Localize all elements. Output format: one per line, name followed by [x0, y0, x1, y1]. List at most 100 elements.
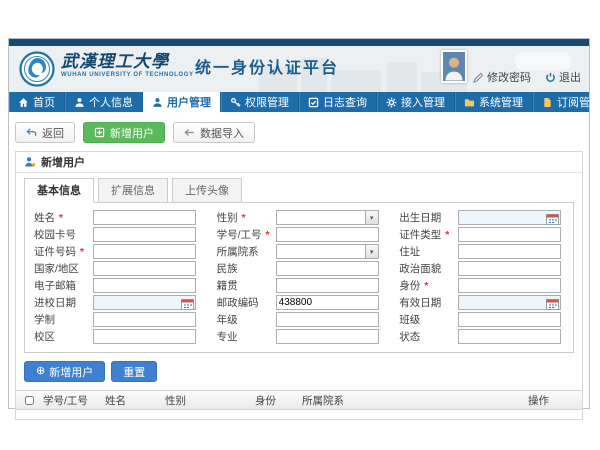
user-avatar[interactable]	[441, 50, 467, 83]
class-input-wrap	[458, 312, 561, 327]
field-label: 住址	[399, 244, 458, 259]
nav-item-label: 日志查询	[323, 94, 367, 110]
chevron-down-icon[interactable]: ▾	[365, 245, 378, 258]
nav-item-subscription[interactable]: 订阅管理	[533, 92, 600, 112]
field-label: 电子邮箱	[34, 278, 93, 293]
field-label: 班级	[399, 312, 458, 327]
grade-input[interactable]	[277, 313, 378, 326]
politics-input[interactable]	[459, 262, 560, 275]
nav-item-users[interactable]: 用户管理	[143, 92, 221, 112]
nav-item-system[interactable]: 系统管理	[455, 92, 533, 112]
field-gender: 性别 * ▾	[208, 209, 391, 226]
card-no-input[interactable]	[94, 228, 195, 241]
country-input-wrap	[93, 261, 196, 276]
campus-input[interactable]	[94, 330, 195, 343]
reset-button[interactable]: 重置	[111, 361, 157, 382]
panel-title-row: 新增用户	[16, 152, 582, 173]
field-department: 所属院系▾	[208, 243, 391, 260]
folder-icon	[464, 97, 475, 108]
university-logo-icon	[19, 51, 55, 87]
main-nav: 首页个人信息用户管理权限管理日志查询接入管理系统管理订阅管理	[9, 92, 589, 112]
entry-date-input[interactable]	[94, 296, 195, 309]
calendar-icon[interactable]	[181, 297, 194, 308]
calendar-icon[interactable]	[546, 212, 559, 223]
class-input[interactable]	[459, 313, 560, 326]
logout-link[interactable]: 退出	[545, 69, 581, 85]
valid-date-input-wrap	[458, 295, 561, 310]
identity-input[interactable]	[459, 279, 560, 292]
native-place-input[interactable]	[277, 279, 378, 292]
country-input[interactable]	[94, 262, 195, 275]
nav-item-label: 个人信息	[89, 94, 133, 110]
id-number-input[interactable]	[94, 245, 195, 258]
field-label: 身份 *	[399, 278, 458, 293]
chevron-down-icon[interactable]: ▾	[365, 211, 378, 224]
required-asterisk: *	[239, 212, 246, 224]
field-label: 有效日期	[399, 295, 458, 310]
id-type-input-wrap	[458, 227, 561, 242]
birth-date-input-wrap	[458, 210, 561, 225]
student-id-input[interactable]	[277, 228, 378, 241]
field-label: 进校日期	[34, 295, 93, 310]
field-card-no: 校园卡号	[25, 226, 208, 243]
ethnicity-input[interactable]	[277, 262, 378, 275]
field-label: 性别 *	[217, 210, 276, 225]
app-window: 武漢理工大學 WUHAN UNIVERSITY OF TECHNOLOGY 统一…	[8, 38, 590, 409]
home-icon	[18, 97, 29, 108]
info-tabs: 基本信息扩展信息上传头像	[16, 173, 582, 203]
status-input[interactable]	[459, 330, 560, 343]
school-years-input[interactable]	[94, 313, 195, 326]
back-button[interactable]: 返回	[15, 122, 75, 143]
submit-add-user-button[interactable]: ⊕ 新增用户	[24, 361, 105, 382]
pencil-icon	[473, 72, 484, 83]
field-name: 姓名 *	[25, 209, 208, 226]
valid-date-input[interactable]	[459, 296, 560, 309]
birth-date-input[interactable]	[459, 211, 560, 224]
nav-item-profile[interactable]: 个人信息	[65, 92, 143, 112]
department-input[interactable]	[277, 245, 365, 258]
building-silhouette	[515, 52, 571, 70]
nav-item-access[interactable]: 接入管理	[377, 92, 455, 112]
tab-avatar[interactable]: 上传头像	[172, 178, 242, 203]
field-label: 邮政编码	[217, 295, 276, 310]
import-arrow-icon	[184, 127, 195, 138]
status-input-wrap	[458, 329, 561, 344]
top-strip	[9, 39, 589, 46]
id-number-input-wrap	[93, 244, 196, 259]
field-label: 民族	[217, 261, 276, 276]
nav-item-label: 权限管理	[245, 94, 289, 110]
email-input-wrap	[93, 278, 196, 293]
key-icon	[230, 97, 241, 108]
select-all-checkbox[interactable]	[25, 396, 34, 405]
add-user-icon	[94, 127, 105, 138]
change-password-link[interactable]: 修改密码	[473, 69, 531, 85]
user-icon	[74, 97, 85, 108]
toolbar-add-user-button[interactable]: 新增用户	[83, 122, 165, 143]
gender-input[interactable]	[277, 211, 365, 224]
nav-item-home[interactable]: 首页	[9, 92, 65, 112]
table-column-header: 操作	[525, 393, 582, 408]
field-school-years: 学制	[25, 311, 208, 328]
major-input[interactable]	[277, 330, 378, 343]
platform-title: 统一身份认证平台	[195, 54, 339, 78]
department-input-wrap: ▾	[276, 244, 379, 259]
calendar-icon[interactable]	[546, 297, 559, 308]
student-id-input-wrap	[276, 227, 379, 242]
email-input[interactable]	[94, 279, 195, 292]
postal-code-input[interactable]	[277, 296, 378, 309]
field-postal-code: 邮政编码	[208, 294, 391, 311]
nav-item-logs[interactable]: 日志查询	[299, 92, 377, 112]
data-import-button[interactable]: 数据导入	[173, 122, 255, 143]
field-id-number: 证件号码 *	[25, 243, 208, 260]
table-column-header: 姓名	[102, 393, 162, 408]
address-input[interactable]	[459, 245, 560, 258]
name-input[interactable]	[94, 211, 195, 224]
university-name-en: WUHAN UNIVERSITY OF TECHNOLOGY	[61, 72, 194, 78]
native-place-input-wrap	[276, 278, 379, 293]
id-type-input[interactable]	[459, 228, 560, 241]
table-column-header: 性别	[162, 393, 252, 408]
nav-item-permissions[interactable]: 权限管理	[221, 92, 299, 112]
tab-extend[interactable]: 扩展信息	[98, 178, 168, 203]
tab-basic[interactable]: 基本信息	[24, 178, 94, 203]
field-label: 学号/工号 *	[217, 227, 276, 242]
